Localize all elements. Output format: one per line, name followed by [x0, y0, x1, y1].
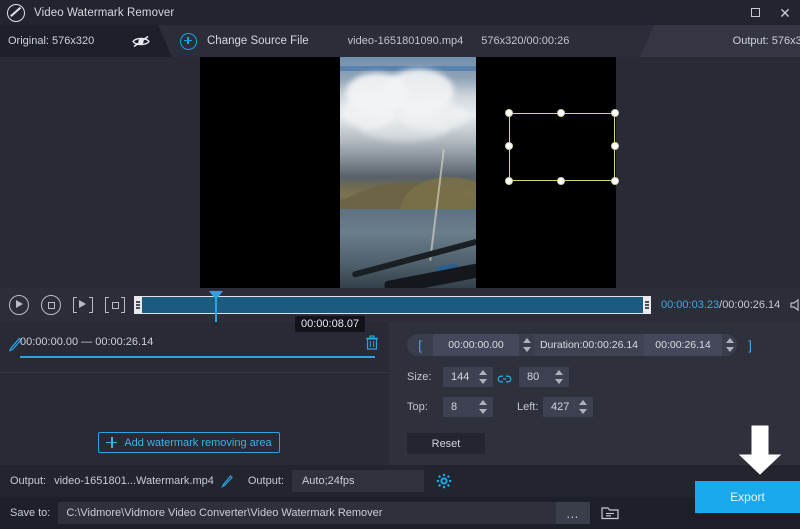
trim-start-input[interactable]: 00:00:00.00 — [433, 334, 519, 356]
output-file-name: video-1651801...Watermark.mp4 — [54, 475, 214, 487]
resize-handle-bottom-left[interactable] — [505, 177, 513, 185]
resize-handle-bottom-right[interactable] — [611, 177, 619, 185]
resize-handle-middle-left[interactable] — [505, 142, 513, 150]
watermark-remover-logo-icon — [7, 4, 25, 22]
plus-icon — [106, 437, 117, 448]
total-time: 00:00:26.14 — [722, 299, 780, 311]
title-bar: Video Watermark Remover ✕ — [0, 0, 800, 25]
save-to-label: Save to: — [10, 507, 50, 519]
save-path-bar: Save to: C:\Vidmore\Vidmore Video Conver… — [0, 497, 800, 529]
tab-original[interactable]: Original: 576x320 — [0, 25, 172, 57]
top-stepper[interactable] — [477, 398, 490, 416]
maximize-icon[interactable] — [740, 0, 770, 25]
export-button[interactable]: Export — [695, 481, 800, 513]
watermark-area-range: 00:00:00.00 — 00:00:26.14 — [20, 336, 153, 348]
playhead-time-tooltip: 00:00:08.07 — [295, 316, 365, 332]
resize-handle-middle-right[interactable] — [611, 142, 619, 150]
source-dimensions-duration: 576x320/00:00:26 — [481, 35, 569, 47]
size-width-value: 144 — [451, 371, 469, 383]
play-circle-icon[interactable] — [6, 292, 32, 318]
source-file-name: video-1651801090.mp4 — [348, 35, 464, 47]
close-icon[interactable]: ✕ — [770, 0, 800, 25]
trim-handle-right[interactable] — [643, 296, 651, 314]
resize-handle-top-left[interactable] — [505, 109, 513, 117]
trim-handle-left[interactable] — [134, 296, 142, 314]
left-label: Left: — [517, 401, 538, 413]
window-controls: ✕ — [740, 0, 800, 25]
change-source-file-button[interactable]: Change Source File — [207, 35, 309, 47]
speaker-icon[interactable] — [789, 297, 800, 313]
video-watermark-remover-window: Video Watermark Remover ✕ Original: 576x… — [0, 0, 800, 529]
video-content — [340, 57, 476, 288]
watermark-selection-box[interactable] — [509, 113, 615, 181]
left-stepper[interactable] — [577, 398, 590, 416]
trim-end-stepper[interactable] — [724, 336, 737, 354]
resize-handle-top-right[interactable] — [611, 109, 619, 117]
link-icon[interactable] — [497, 372, 512, 384]
tab-output-label: Output: 576x320 — [733, 35, 800, 47]
top-label: Top: — [407, 401, 428, 413]
size-label: Size: — [407, 371, 431, 383]
bracket-play-icon[interactable] — [70, 292, 96, 318]
stop-circle-icon[interactable] — [38, 292, 64, 318]
down-arrow-annotation-icon — [737, 424, 783, 476]
add-area-label: Add watermark removing area — [124, 437, 271, 449]
watermark-area-duration-bar — [20, 356, 375, 358]
output-settings-bar: Output: video-1651801...Watermark.mp4 Ou… — [0, 465, 800, 497]
size-height-input[interactable]: 80 — [519, 367, 569, 387]
plus-circle-icon[interactable] — [180, 33, 197, 50]
trash-icon[interactable] — [364, 334, 380, 352]
list-divider — [0, 372, 389, 373]
trim-start-stepper[interactable] — [521, 336, 534, 354]
output-format-select[interactable]: Auto;24fps — [292, 470, 424, 492]
current-time: 00:00:03.23 — [661, 299, 719, 311]
bracket-stop-icon[interactable] — [102, 292, 128, 318]
edit-output-name-icon[interactable] — [220, 474, 234, 489]
size-width-stepper[interactable] — [477, 368, 490, 386]
timeline-track[interactable] — [134, 294, 651, 316]
resize-handle-top-center[interactable] — [557, 109, 565, 117]
browse-path-button[interactable]: … — [556, 502, 590, 524]
tab-original-label: Original: 576x320 — [8, 35, 94, 47]
top-value: 8 — [451, 401, 457, 413]
window-title: Video Watermark Remover — [34, 7, 174, 19]
top-input[interactable]: 8 — [443, 397, 493, 417]
trim-duration-display: Duration:00:00:26.14 — [534, 334, 644, 356]
reset-button[interactable]: Reset — [407, 433, 485, 454]
bracket-left-icon[interactable]: [ — [407, 338, 433, 353]
watermark-area-list-item[interactable]: 00:00:00.00 — 00:00:26.14 — [0, 328, 389, 362]
save-path-input[interactable]: C:\Vidmore\Vidmore Video Converter\Video… — [58, 502, 556, 524]
left-input[interactable]: 427 — [543, 397, 593, 417]
preview-stage — [0, 57, 800, 288]
output-format-value: Auto;24fps — [302, 475, 355, 487]
tab-output[interactable]: Output: 576x320 — [640, 25, 800, 57]
player-control-bar: 00:00:03.23 / 00:00:26.14 — [0, 288, 800, 322]
folder-icon[interactable] — [600, 505, 620, 521]
output-format-label: Output: — [248, 475, 284, 487]
eye-off-icon[interactable] — [131, 32, 151, 50]
add-watermark-removing-area-button[interactable]: Add watermark removing area — [98, 432, 280, 453]
size-height-stepper[interactable] — [553, 368, 566, 386]
size-width-input[interactable]: 144 — [443, 367, 493, 387]
tab-strip: Original: 576x320 Change Source File vid… — [0, 25, 800, 57]
output-name-label: Output: — [10, 475, 46, 487]
resize-handle-bottom-center[interactable] — [557, 177, 565, 185]
gear-icon[interactable] — [436, 473, 452, 489]
source-file-row: Change Source File video-1651801090.mp4 … — [172, 25, 569, 57]
trim-range-control: [ 00:00:00.00 Duration:00:00:26.14 00:00… — [407, 334, 737, 356]
bracket-right-icon[interactable]: ] — [737, 338, 763, 353]
trim-end-input[interactable]: 00:00:26.14 — [644, 334, 722, 356]
size-height-value: 80 — [527, 371, 539, 383]
left-value: 427 — [551, 401, 569, 413]
